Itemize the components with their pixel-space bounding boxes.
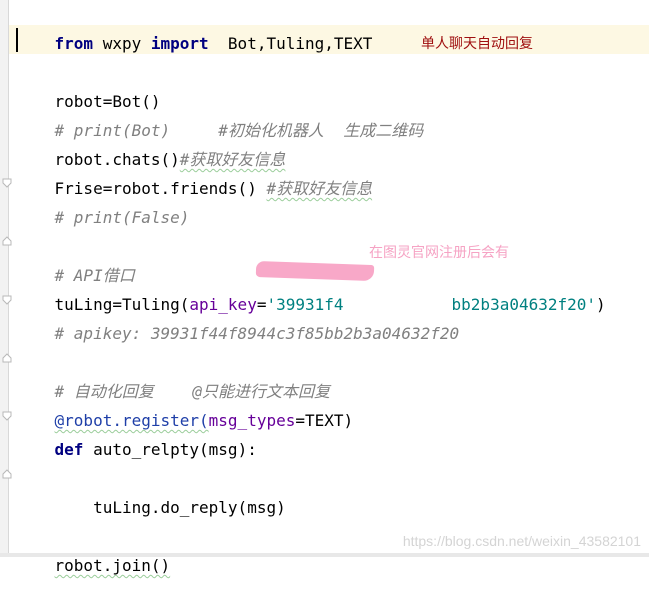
fold-collapse-icon[interactable] — [2, 178, 12, 188]
fold-expand-icon[interactable] — [2, 469, 12, 479]
code-text: =TEXT) — [295, 411, 354, 430]
code-line-7[interactable]: # print(False) — [16, 174, 190, 227]
fold-collapse-icon[interactable] — [2, 411, 12, 421]
function-signature: auto_relpty(msg): — [83, 440, 257, 459]
code-line-11[interactable]: # apikey: 39931f44f8944c3f85bb2b3a04632f… — [16, 290, 460, 343]
fold-collapse-icon[interactable] — [2, 295, 12, 305]
code-text: tuLing.do_reply(msg) — [54, 498, 286, 517]
fold-expand-icon[interactable] — [2, 353, 12, 363]
comment: #获取好友信息 — [266, 179, 373, 198]
comment: # apikey: 39931f44f8944c3f85bb2b3a04632f… — [54, 324, 460, 343]
import-names: Bot,Tuling,TEXT — [208, 34, 373, 53]
code-line-17[interactable]: tuLing.do_reply(msg) — [16, 464, 286, 517]
bottom-border — [0, 553, 649, 557]
comment: # print(False) — [54, 208, 190, 227]
api-key-annotation: 在图灵官网注册后会有 — [369, 245, 509, 261]
keyword-import: import — [150, 34, 209, 53]
code-line-4[interactable]: # print(Bot) #初始化机器人 生成二维码 — [16, 87, 424, 140]
code-text: robot.join() — [54, 556, 171, 575]
keyword-def: def — [54, 440, 84, 459]
code-line-3[interactable]: robot=Bot() — [16, 58, 161, 111]
code-line-13[interactable]: # 自动化回复 @只能进行文本回复 — [16, 348, 330, 401]
code-line-5[interactable]: robot.chats()#获取好友信息 — [16, 116, 286, 169]
code-line-19[interactable]: robot.join() — [16, 522, 171, 575]
title-annotation: 单人聊天自动回复 — [421, 36, 533, 52]
code-line-1[interactable]: from wxpy import Bot,Tuling,TEXT — [16, 0, 373, 53]
code-line-9[interactable]: # API借口 — [16, 232, 135, 285]
keyword-from: from — [54, 34, 94, 53]
string-literal-end: bb2b3a04632f20' — [451, 295, 597, 314]
close-paren: ) — [596, 295, 606, 314]
module-name: wxpy — [93, 34, 151, 53]
code-line-15[interactable]: def auto_relpty(msg): — [16, 406, 257, 459]
fold-expand-icon[interactable] — [2, 236, 12, 246]
watermark: https://blog.csdn.net/weixin_43582101 — [402, 533, 641, 549]
code-line-14[interactable]: @robot.register(msg_types=TEXT) — [16, 377, 354, 430]
code-line-6[interactable]: Frise=robot.friends() #获取好友信息 — [16, 145, 373, 198]
